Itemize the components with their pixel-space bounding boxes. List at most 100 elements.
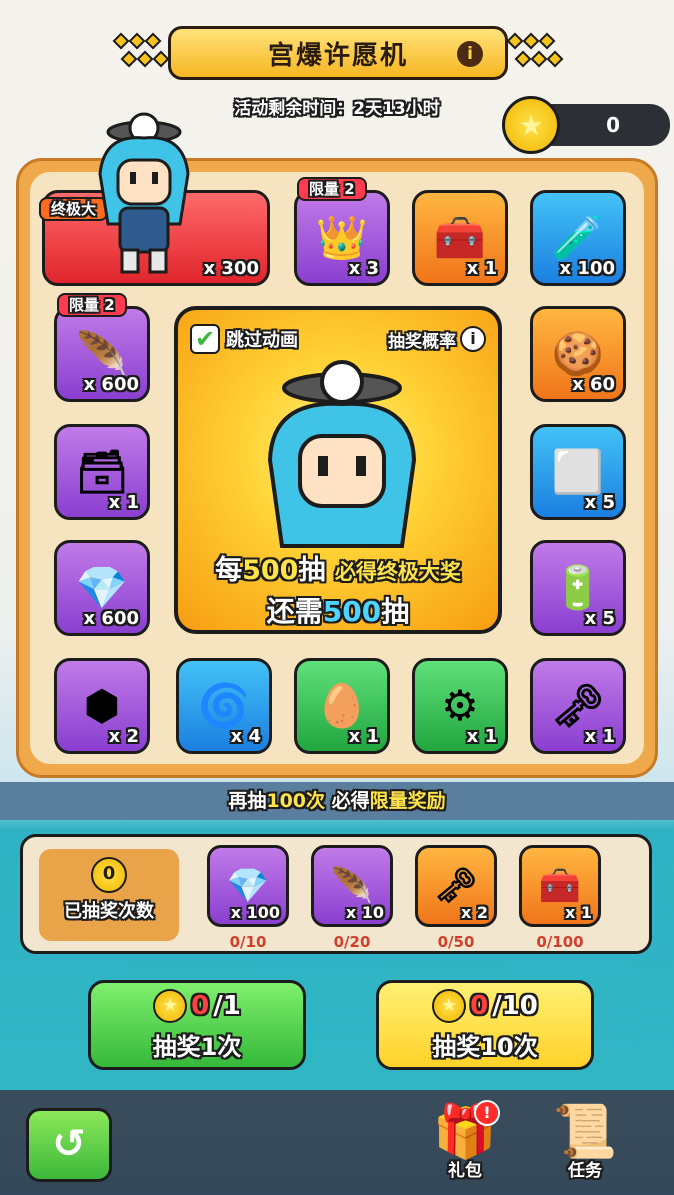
prize-qty: x 1 [108,492,139,513]
purple-hex-stone-icon: ⬢ [83,681,121,730]
star-coin-icon: ★ [432,989,467,1023]
draw-counter: 0 已抽奖次数 [39,849,179,941]
green-chest-icon: 🧰 [538,866,582,906]
milestone-prefix: 再抽 [228,790,267,812]
reward-qty: x 1 [564,903,592,922]
heart-key-icon: 🗝 [551,681,605,730]
draw-ten-need: /10 [492,991,538,1021]
gold-swirl-coin-icon: 🌀 [197,681,251,730]
battery-capsule-icon: 🔋 [551,563,605,612]
draw-ten-have: 0 [470,991,489,1021]
milestone-reward: 限量奖励 [369,790,446,812]
prize-qty: x 600 [83,374,139,395]
draw-probability-label: 抽奖概率 [388,331,456,352]
guarantee-reward: 必得终极大奖 [334,560,461,584]
draw-ten-button[interactable]: ★ 0/10 抽奖10次 [376,980,594,1070]
notification-badge: ! [474,1100,500,1126]
checkmark-icon: ✔ [190,324,220,354]
milestone-reward-purple-feather[interactable]: 🪶 x 10 [311,845,393,927]
reward-qty: x 100 [230,903,280,922]
draw-once-cost: ★ 0/1 [91,989,303,1023]
diamond-deco-left-icon [112,32,170,68]
prize-qty: x 1 [348,726,379,747]
remaining-line: 还需500抽 [178,590,498,630]
limit-badge: 限量 2 [297,177,367,201]
milestone-progress: 0/20 [333,933,371,951]
guarantee-line: 每500抽 必得终极大奖 [178,548,498,587]
draw-probability-button[interactable]: 抽奖概率 i [388,326,486,352]
milestone-reward-green-chest[interactable]: 🧰 x 1 [519,845,601,927]
diamond-deco-right-icon [506,32,564,68]
skip-animation-label: 跳过动画 [226,330,298,351]
remaining-unit: 抽 [381,595,410,628]
draw-ten-cost: ★ 0/10 [379,989,591,1023]
bread-token-icon: 🍪 [551,329,605,378]
silver-ingot-icon: ⬜ [551,447,605,496]
diamond-icon: 💎 [226,866,270,906]
prize-qty: x 1 [584,726,615,747]
counter-coin-icon: 0 [91,857,127,893]
prize-tile-gear-chip: ⚙ x 1 [412,658,508,754]
prize-tile-heart-key: 🗝 x 1 [530,658,626,754]
back-button[interactable]: ↺ [26,1108,112,1182]
silver-chest-icon: 🗃 [75,447,129,496]
purple-feather-icon: 🪶 [330,866,374,906]
guarantee-prefix: 每 [215,555,243,586]
milestone-rewards-track[interactable]: 0 已抽奖次数 💎 x 100 0/10 🪶 x 10 0/20 🗝 x 2 0/50 🧰 x 10… [20,834,652,954]
prize-qty: x 1 [466,726,497,747]
prize-tile-gold-swirl-coin: 🌀 x 4 [176,658,272,754]
guarantee-unit: 抽 [298,555,326,586]
prize-tile-gem-pile: 💎 x 600 [54,540,150,636]
milestone-progress: 0/50 [437,933,475,951]
gift-pack-button[interactable]: 🎁 ! 礼包 [420,1100,510,1192]
draw-once-have: 0 [191,991,210,1021]
prize-tile-potion-bottle: 🧪 x 100 [530,190,626,286]
prize-tile-silver-ingot: ⬜ x 5 [530,424,626,520]
reward-qty: x 10 [345,903,384,922]
swirl-back-icon: ↺ [52,1121,86,1167]
reward-qty: x 2 [460,903,488,922]
grand-prize-qty: x 300 [203,258,259,279]
draw-once-label: 抽奖1次 [152,1033,242,1061]
prize-qty: x 5 [584,492,615,513]
milestone-reward-diamond[interactable]: 💎 x 100 [207,845,289,927]
prize-tile-crown-chest: 👑 x 3 限量 2 [294,177,390,286]
hero-character-icon [98,112,190,274]
remaining-prefix: 还需 [266,595,323,628]
prize-tile-green-egg: 🥚 x 1 [294,658,390,754]
skip-animation-toggle[interactable]: ✔ 跳过动画 [190,324,298,354]
gear-chip-icon: ⚙ [441,681,479,730]
hero-portrait-icon [267,360,417,548]
green-egg-icon: 🥚 [315,681,369,730]
prize-tile-battery-capsule: 🔋 x 5 [530,540,626,636]
prize-qty: x 600 [83,608,139,629]
star-coin-icon: ★ [153,989,188,1023]
draw-once-button[interactable]: ★ 0/1 抽奖1次 [88,980,306,1070]
prize-qty: x 5 [584,608,615,629]
milestone-mid: 必得 [325,790,370,812]
prize-tile-bread-token: 🍪 x 60 [530,306,626,402]
prize-qty: x 100 [559,258,615,279]
purple-feather-icon: 🪶 [75,329,129,378]
crown-chest-icon: 👑 [315,213,369,262]
milestone-banner: 再抽100次 必得限量奖励 [0,782,674,820]
prize-qty: x 60 [572,374,615,395]
guarantee-count: 500 [242,555,299,586]
star-coin-icon: ★ [502,96,560,154]
milestone-progress: 0/100 [536,933,584,951]
prize-tile-purple-hex-stone: ⬢ x 2 [54,658,150,754]
milestone-reward-heart-key[interactable]: 🗝 x 2 [415,845,497,927]
limit-badge: 限量 2 [57,293,127,317]
draw-once-need: /1 [213,991,241,1021]
prize-tile-purple-feather: 🪶 x 600 限量 2 [54,293,150,402]
page-title: 宫爆许愿机 [267,40,408,71]
prize-qty: x 4 [230,726,261,747]
heart-key-icon: 🗝 [434,866,478,906]
info-icon: i [460,326,486,352]
draw-ten-label: 抽奖10次 [432,1033,538,1061]
prize-tile-golden-chest: 🧰 x 1 [412,190,508,286]
prize-tile-silver-chest: 🗃 x 1 [54,424,150,520]
tasks-button[interactable]: 📜 任务 [540,1100,630,1192]
gem-pile-icon: 💎 [75,563,129,612]
info-icon[interactable]: i [457,41,483,67]
